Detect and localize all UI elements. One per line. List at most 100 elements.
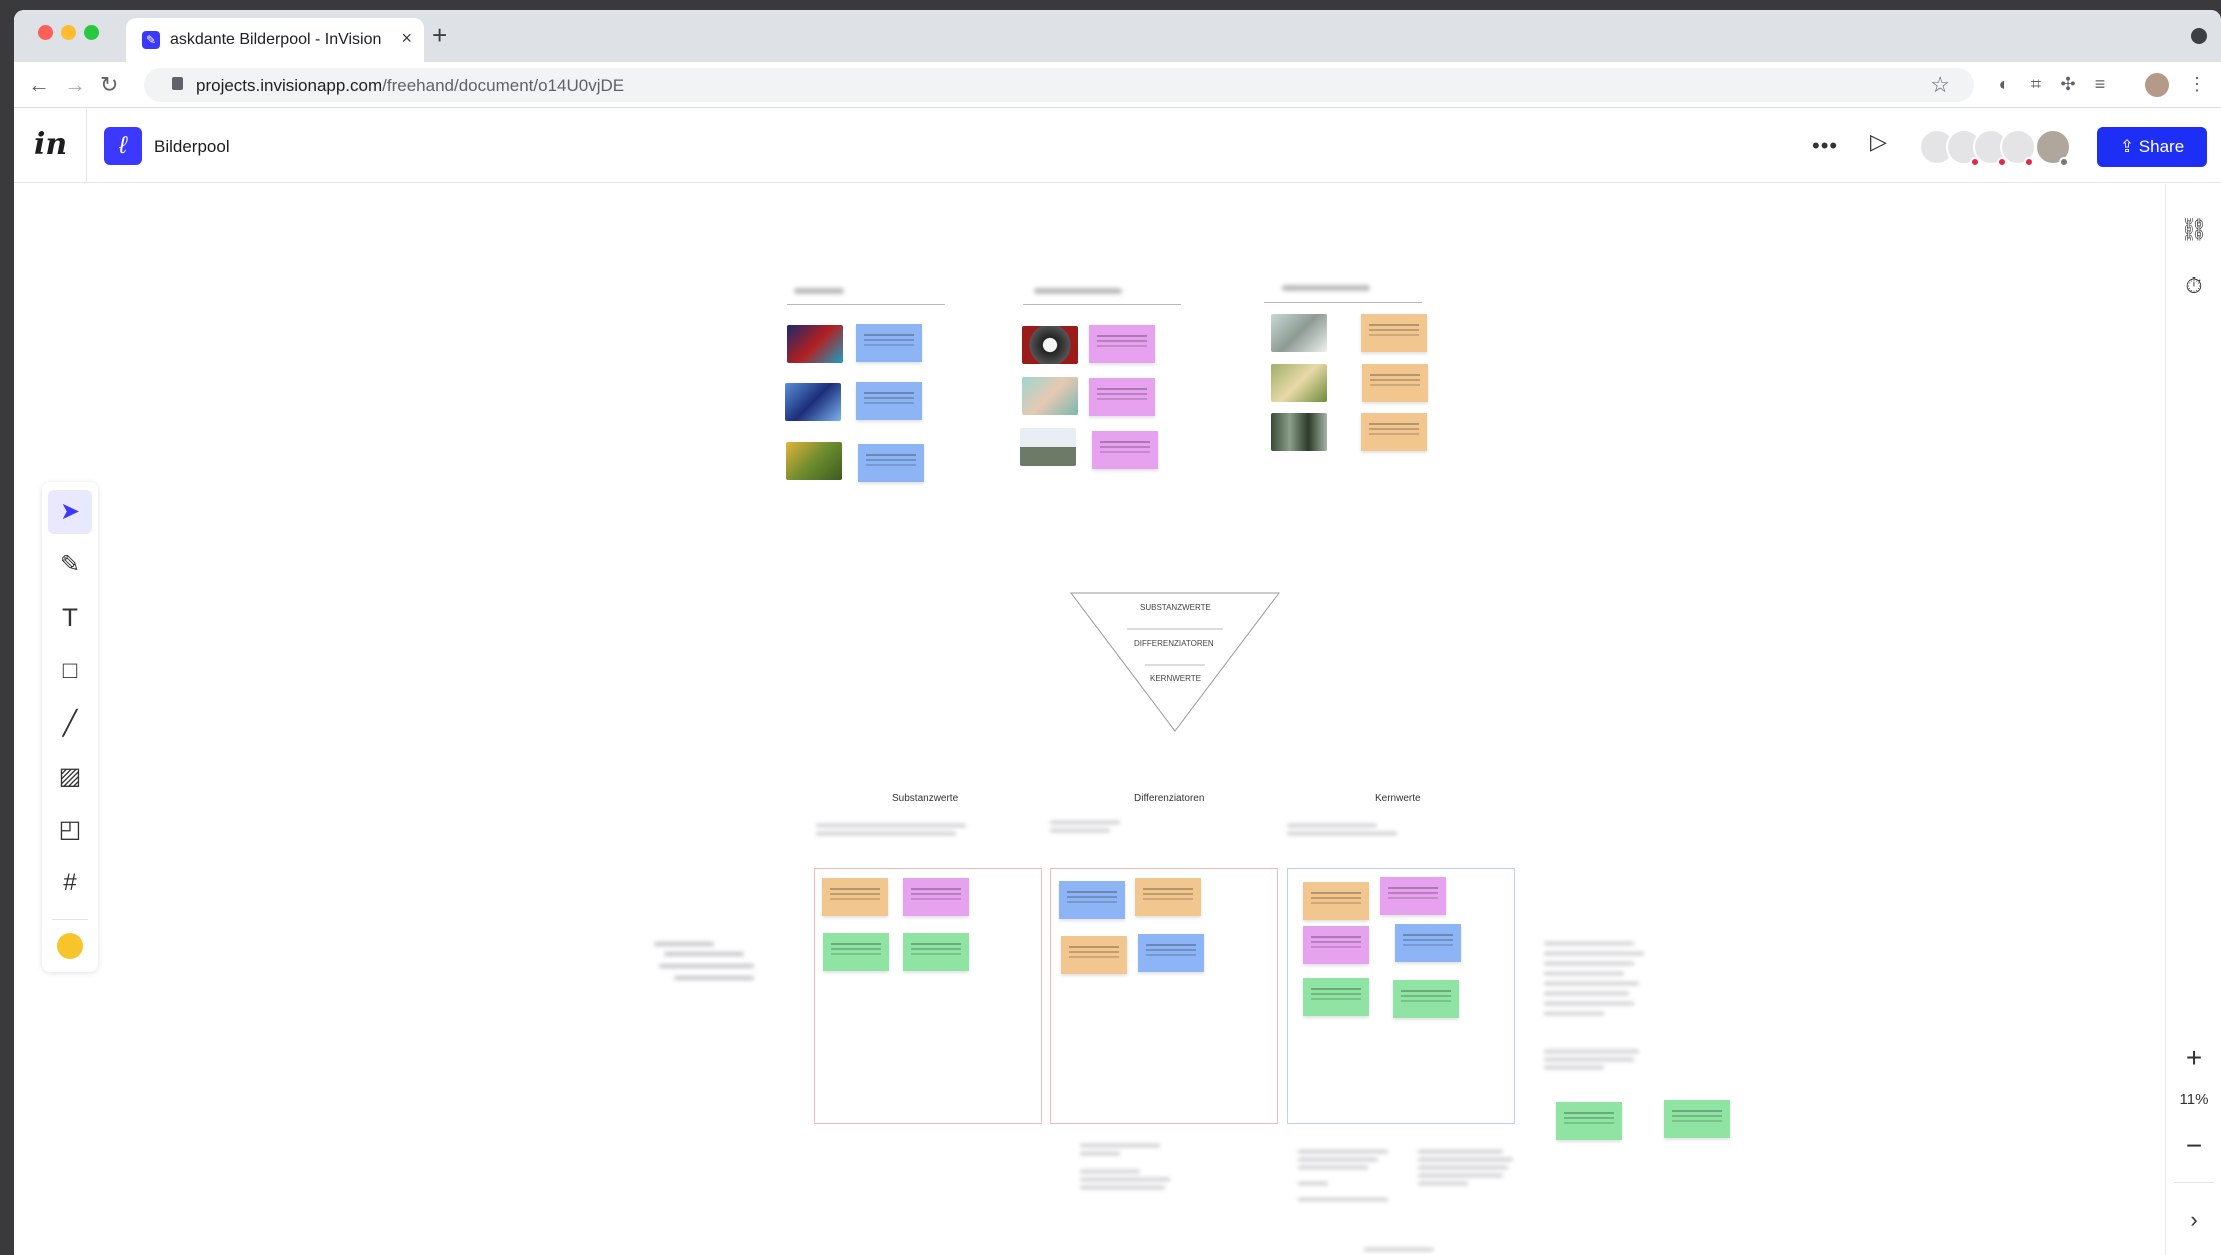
sticky-note[interactable] — [858, 444, 924, 482]
sticky-note[interactable] — [822, 878, 888, 916]
sticky-note[interactable] — [1303, 882, 1369, 920]
zoom-out-icon[interactable]: − — [2178, 1130, 2210, 1162]
minimize-window-button[interactable] — [61, 25, 76, 40]
rail-divider — [2174, 1182, 2214, 1183]
sticky-note[interactable] — [1061, 936, 1127, 974]
pool-image[interactable] — [787, 325, 843, 363]
description-text — [1287, 832, 1397, 835]
document-title[interactable]: Bilderpool — [154, 137, 230, 157]
sticky-note[interactable] — [856, 324, 922, 362]
bottom-note-text — [1298, 1150, 1388, 1153]
back-arrow-icon[interactable]: ← — [28, 72, 50, 98]
sticky-note[interactable] — [1362, 364, 1428, 402]
values-triangle-diagram[interactable] — [1069, 591, 1281, 733]
sticky-note[interactable] — [1092, 431, 1158, 469]
bottom-note-text — [1418, 1166, 1508, 1169]
share-button[interactable]: ⇪ Share — [2097, 127, 2207, 167]
side-note-text — [1544, 972, 1624, 975]
line-icon[interactable]: ╱ — [48, 702, 92, 746]
collaborator-avatar[interactable] — [2000, 129, 2036, 167]
sticky-note[interactable] — [856, 382, 922, 420]
description-text — [816, 832, 956, 835]
bottom-note-text — [1080, 1178, 1170, 1181]
bottom-note-text — [1298, 1158, 1378, 1161]
maximize-window-button[interactable] — [84, 25, 99, 40]
sticky-note[interactable] — [1303, 978, 1369, 1016]
emoji-icon[interactable] — [48, 923, 92, 967]
sticky-note[interactable] — [1395, 924, 1461, 962]
sticky-note-icon[interactable]: ◰ — [48, 808, 92, 852]
description-text — [1287, 824, 1377, 827]
sticky-note[interactable] — [1089, 378, 1155, 416]
side-note-text — [1544, 942, 1634, 945]
column-title: Differenziatoren — [1134, 793, 1205, 804]
group-heading — [794, 288, 844, 294]
sticky-note[interactable] — [1664, 1100, 1730, 1138]
pool-image[interactable] — [1271, 314, 1327, 352]
invision-logo[interactable]: in — [34, 127, 67, 162]
sticky-note[interactable] — [1089, 325, 1155, 363]
close-tab-icon[interactable]: × — [401, 28, 412, 49]
whiteboard-canvas[interactable]: SUBSTANZWERTE DIFFERENZIATOREN KERNWERTE… — [14, 184, 2221, 1255]
reading-list-icon[interactable]: ≡ — [2090, 74, 2110, 94]
triangle-tier-label: KERNWERTE — [1150, 674, 1201, 683]
current-user-avatar[interactable] — [2035, 129, 2071, 167]
sticky-note[interactable] — [1135, 878, 1201, 916]
sticky-note[interactable] — [1556, 1102, 1622, 1140]
text-tool-icon[interactable]: T — [48, 596, 92, 640]
image-icon[interactable]: ▨ — [48, 755, 92, 799]
browser-menu-icon[interactable]: ⋮ — [2187, 74, 2207, 94]
bottom-note-text — [1080, 1186, 1165, 1189]
browser-tab[interactable]: ✎ askdante Bilderpool - InVision × — [126, 18, 424, 62]
sticky-note[interactable] — [1361, 314, 1427, 352]
sticky-note[interactable] — [823, 933, 889, 971]
present-play-icon[interactable]: ▷ — [1870, 129, 1887, 155]
forward-arrow-icon[interactable]: → — [64, 72, 86, 98]
blurred-note — [674, 976, 754, 980]
puzzle-extensions-icon[interactable]: ✣ — [2058, 74, 2078, 94]
rectangle-icon[interactable]: □ — [48, 649, 92, 693]
close-window-button[interactable] — [38, 25, 53, 40]
zoom-level[interactable]: 11% — [2166, 1091, 2221, 1108]
address-bar[interactable]: projects.invisionapp.com/freehand/docume… — [144, 68, 1974, 102]
sticky-note[interactable] — [1138, 934, 1204, 972]
reload-icon[interactable]: ↻ — [100, 72, 118, 98]
sticky-note[interactable] — [1303, 926, 1369, 964]
pool-image[interactable] — [1020, 428, 1076, 466]
frame-hash-icon[interactable]: # — [48, 861, 92, 905]
sticky-note[interactable] — [1059, 881, 1125, 919]
pool-image[interactable] — [785, 383, 841, 421]
zoom-in-icon[interactable]: + — [2178, 1042, 2210, 1074]
share-icon: ⇪ — [2119, 137, 2139, 156]
pencil-icon[interactable]: ✎ — [48, 543, 92, 587]
pool-image[interactable] — [1022, 326, 1078, 364]
sticky-note[interactable] — [1393, 980, 1459, 1018]
extension-icon[interactable]: ◐ — [1994, 74, 2014, 94]
bottom-note-text — [1418, 1182, 1468, 1185]
screenshot-extension-icon[interactable]: ⌗ — [2026, 74, 2046, 94]
timer-icon[interactable]: ⏱ — [2178, 270, 2210, 302]
profile-avatar[interactable] — [2145, 73, 2169, 97]
tab-search-button[interactable] — [2191, 28, 2207, 44]
pool-image[interactable] — [1271, 413, 1327, 451]
sticky-note[interactable] — [903, 933, 969, 971]
sticky-note[interactable] — [903, 878, 969, 916]
group-heading — [1034, 288, 1122, 294]
group-heading — [1282, 285, 1370, 291]
header-divider — [86, 109, 87, 183]
triangle-tier-label: SUBSTANZWERTE — [1140, 603, 1211, 612]
sticky-note[interactable] — [1380, 877, 1446, 915]
pool-image[interactable] — [1022, 377, 1078, 415]
more-options-icon[interactable]: ••• — [1812, 133, 1838, 159]
select-pointer-icon[interactable]: ➤ — [48, 490, 92, 534]
new-tab-button[interactable]: + — [432, 20, 447, 51]
chevron-right-icon[interactable]: › — [2178, 1204, 2210, 1236]
pool-image[interactable] — [786, 442, 842, 480]
tab-title: askdante Bilderpool - InVision — [170, 31, 382, 48]
sticky-note[interactable] — [1361, 413, 1427, 451]
connector-tool-icon[interactable]: ⛓ — [2178, 214, 2210, 246]
bookmark-star-icon[interactable]: ☆ — [1930, 72, 1950, 98]
pool-image[interactable] — [1271, 364, 1327, 402]
app-header: in ℓ Bilderpool ••• ▷ ⇪ Share — [14, 109, 2221, 183]
side-note-text — [1544, 952, 1644, 955]
